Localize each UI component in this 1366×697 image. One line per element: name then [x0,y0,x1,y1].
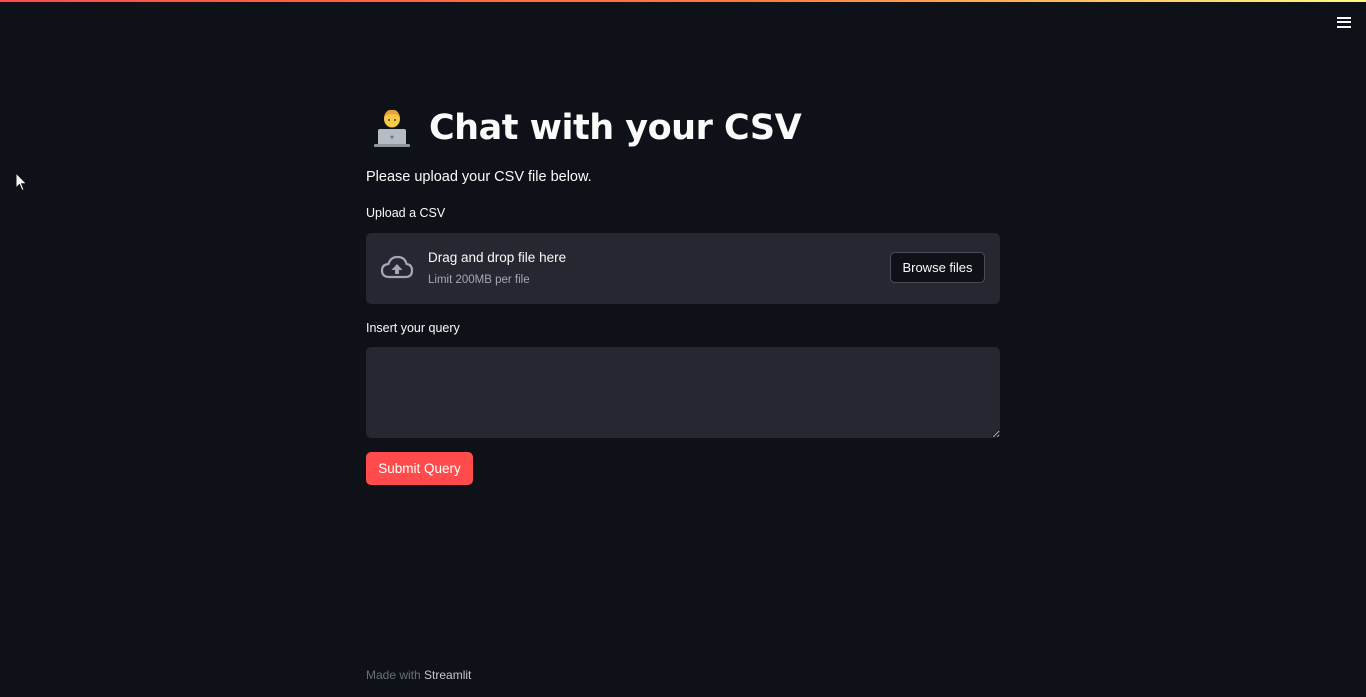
hamburger-icon-line [1337,25,1351,28]
streamlit-link[interactable]: Streamlit [424,668,471,682]
dropzone-title: Drag and drop file here [428,250,567,265]
upload-label: Upload a CSV [366,206,446,220]
hamburger-icon-line [1337,16,1351,19]
query-label: Insert your query [366,321,460,335]
footer: Made with Streamlit [366,668,471,682]
page-subtitle: Please upload your CSV file below. [366,169,592,185]
technologist-emoji-icon [374,109,410,147]
browse-files-button[interactable]: Browse files [890,252,985,283]
top-decoration-bar [0,0,1366,2]
hamburger-icon-line [1337,21,1351,23]
main-menu-button[interactable] [1336,14,1352,30]
dropzone-limit-text: Limit 200MB per file [428,274,530,286]
footer-prefix: Made with [366,668,425,682]
page-title: Chat with your CSV [429,108,802,148]
query-input[interactable] [366,347,1000,438]
cloud-upload-icon [380,255,414,279]
submit-query-button[interactable]: Submit Query [366,452,473,485]
mouse-cursor-icon [15,172,28,192]
page-title-row: Chat with your CSV [370,104,802,152]
file-dropzone[interactable]: Drag and drop file here Limit 200MB per … [366,233,1000,304]
